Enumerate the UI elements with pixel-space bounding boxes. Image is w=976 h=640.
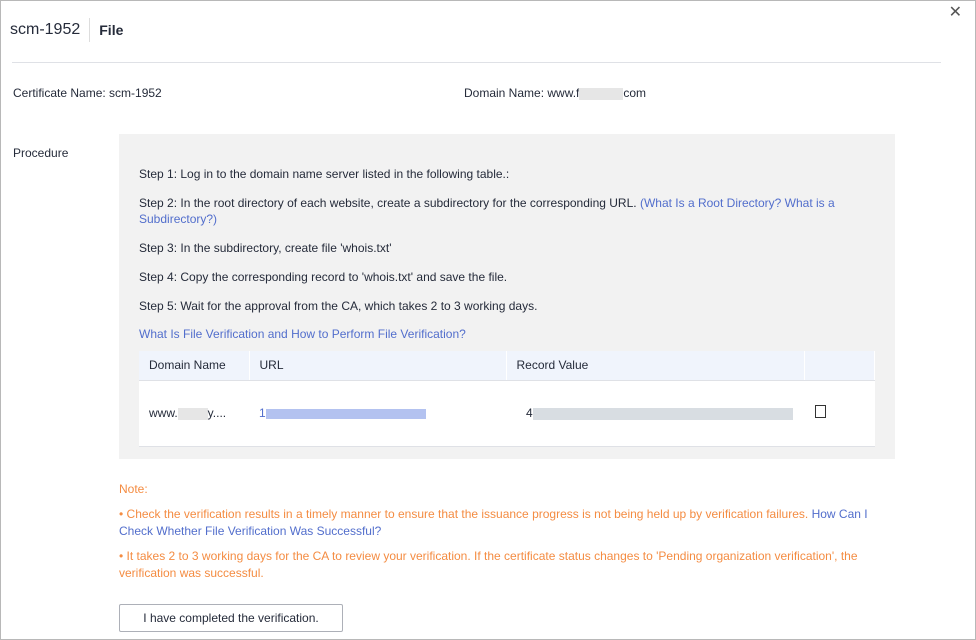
- record-prefix: 4: [526, 406, 533, 420]
- copy-icon[interactable]: [814, 405, 826, 418]
- domain-prefix: www.: [149, 406, 178, 420]
- cell-domain: www. y....: [139, 380, 249, 447]
- redacted: [265, 408, 426, 419]
- step-3: Step 3: In the subdirectory, create file…: [139, 241, 392, 255]
- col-domain: Domain Name: [139, 351, 250, 381]
- domain-name: Domain Name: www.f com: [464, 86, 646, 100]
- domain-suffix: com: [623, 86, 647, 100]
- record-table: Domain Name URL Record Value www. y.... 1 4: [139, 351, 875, 447]
- step-2-text: Step 2: In the root directory of each we…: [139, 196, 637, 210]
- procedure-label: Procedure: [13, 146, 69, 160]
- notes: Note: • Check the verification results i…: [119, 481, 899, 590]
- step-5: Step 5: Wait for the approval from the C…: [139, 299, 538, 313]
- domain-suffix: y....: [207, 406, 227, 420]
- redacted: [579, 87, 624, 100]
- certificate-name: Certificate Name: scm-1952: [13, 86, 162, 100]
- step-1: Step 1: Log in to the domain name server…: [139, 167, 510, 181]
- url-link[interactable]: 1: [259, 406, 266, 420]
- file-verification-help-link[interactable]: What Is File Verification and How to Per…: [139, 327, 875, 341]
- procedure-box: Step 1: Log in to the domain name server…: [119, 134, 895, 459]
- cell-url[interactable]: 1: [249, 380, 506, 447]
- step-2: Step 2: In the root directory of each we…: [139, 195, 875, 227]
- divider: [12, 62, 941, 63]
- close-icon[interactable]: ✕: [949, 2, 962, 22]
- note-title: Note:: [119, 482, 148, 496]
- table-row: www. y.... 1 4: [139, 380, 875, 447]
- certificate-title: scm-1952: [10, 18, 91, 42]
- step-4: Step 4: Copy the corresponding record to…: [139, 270, 508, 284]
- completed-verification-button[interactable]: I have completed the verification.: [119, 604, 343, 632]
- dialog-title: scm-1952 File: [10, 18, 123, 42]
- note-2: • It takes 2 to 3 working days for the C…: [119, 549, 858, 580]
- col-record: Record Value: [506, 351, 805, 381]
- col-url: URL: [249, 351, 507, 381]
- col-action: [804, 351, 875, 381]
- note-1: • Check the verification results in a ti…: [119, 506, 899, 540]
- domain-prefix: Domain Name: www.f: [464, 86, 580, 100]
- cell-record: 4: [506, 380, 805, 447]
- redacted: [532, 407, 793, 420]
- note-1-text: • Check the verification results in a ti…: [119, 507, 809, 521]
- verification-type: File: [99, 22, 124, 38]
- cell-action: [804, 380, 875, 447]
- redacted: [177, 407, 208, 420]
